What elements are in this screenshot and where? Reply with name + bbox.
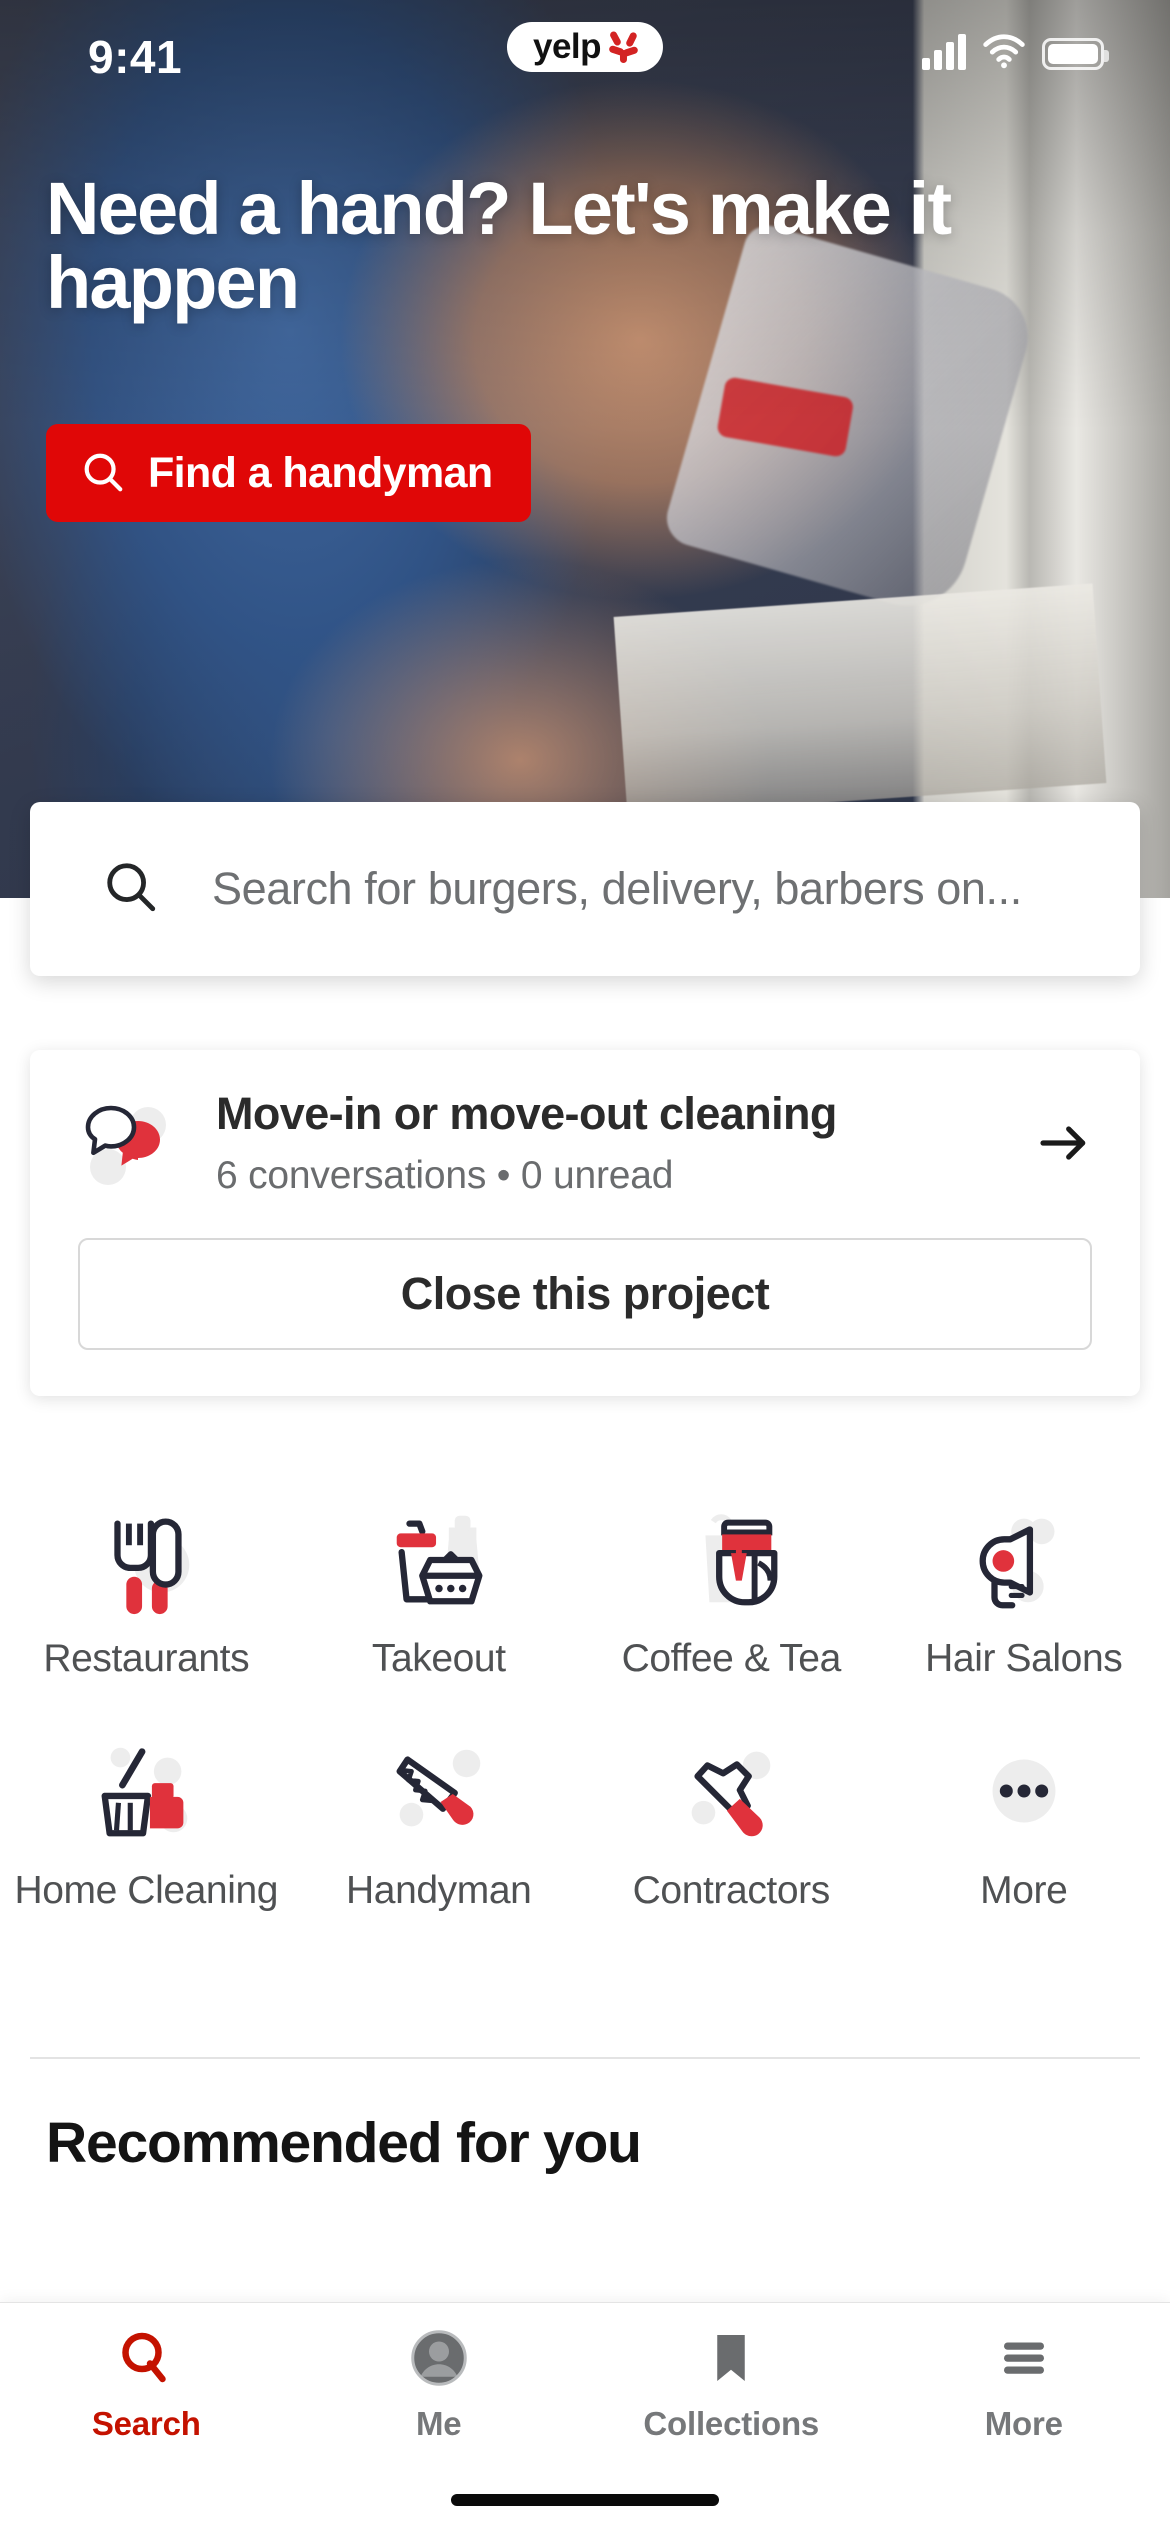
category-handyman[interactable]: Handyman [293, 1710, 586, 1924]
ellipsis-icon [964, 1732, 1084, 1850]
tab-collections[interactable]: Collections [585, 2325, 878, 2443]
status-bar-time: 9:41 [88, 31, 183, 83]
tab-label: Collections [643, 2405, 820, 2442]
close-this-project-button[interactable]: Close this project [78, 1237, 1092, 1350]
takeout-box-icon [379, 1500, 499, 1618]
hammer-icon [671, 1732, 791, 1850]
search-icon [113, 2325, 179, 2391]
tab-me[interactable]: Me [293, 2325, 586, 2443]
category-label: Coffee & Tea [621, 1637, 842, 1680]
wifi-icon [982, 32, 1026, 70]
project-card-header[interactable]: Move-in or move-out cleaning 6 conversat… [78, 1088, 1092, 1198]
hero-title: Need a hand? Let's make it happen [46, 167, 952, 324]
avatar-icon [406, 2325, 472, 2391]
category-restaurants[interactable]: Restaurants [0, 1478, 293, 1692]
find-a-handyman-button[interactable]: Find a handyman [46, 424, 531, 522]
project-subtitle: 6 conversations • 0 unread [216, 1153, 674, 1197]
tab-label: Search [91, 2405, 201, 2442]
fork-and-knife-icon [86, 1500, 206, 1618]
category-grid: Restaurants Takeout Coffee & Tea Hair Sa… [0, 1478, 1170, 1924]
coffee-cup-icon [671, 1500, 791, 1618]
yelp-app-pill: yelp [506, 22, 664, 72]
category-home-cleaning[interactable]: Home Cleaning [0, 1710, 293, 1924]
chat-bubbles-icon [78, 1091, 182, 1195]
project-card: Move-in or move-out cleaning 6 conversat… [30, 1050, 1140, 1396]
project-title: Move-in or move-out cleaning [216, 1088, 837, 1139]
hair-dryer-icon [964, 1500, 1084, 1618]
search-icon [80, 449, 126, 498]
category-label: Handyman [346, 1869, 532, 1913]
bookmark-icon [698, 2325, 764, 2391]
hamburger-menu-icon [991, 2325, 1057, 2391]
yelp-burst-icon [608, 30, 639, 63]
status-bar: 9:41 yelp [0, 0, 1170, 120]
category-coffee-tea[interactable]: Coffee & Tea [585, 1478, 878, 1692]
category-label: Takeout [371, 1637, 506, 1680]
home-indicator [451, 2494, 719, 2506]
tab-search[interactable]: Search [0, 2325, 293, 2443]
category-label: Contractors [632, 1869, 831, 1913]
section-divider [30, 2057, 1140, 2059]
battery-icon [1042, 38, 1109, 70]
category-label: More [980, 1869, 1068, 1913]
category-label: Restaurants [43, 1637, 250, 1680]
status-bar-indicators [922, 32, 1109, 70]
saw-icon [379, 1732, 499, 1850]
broom-icon [86, 1732, 206, 1850]
search-bar[interactable]: Search for burgers, delivery, barbers on… [30, 802, 1140, 976]
category-more[interactable]: More [878, 1710, 1170, 1924]
tab-label: More [984, 2405, 1063, 2442]
tab-more[interactable]: More [878, 2325, 1170, 2443]
category-label: Hair Salons [925, 1637, 1123, 1680]
cellular-signal-icon [922, 32, 966, 70]
project-card-text-group: Move-in or move-out cleaning 6 conversat… [216, 1088, 1002, 1198]
find-a-handyman-label: Find a handyman [148, 448, 493, 497]
category-label: Home Cleaning [14, 1869, 279, 1913]
yelp-wordmark: yelp [532, 27, 602, 66]
arrow-right-icon[interactable] [1036, 1115, 1092, 1171]
recommended-heading: Recommended for you [46, 2111, 642, 2175]
search-input[interactable]: Search for burgers, delivery, barbers on… [212, 863, 1022, 915]
category-takeout[interactable]: Takeout [293, 1478, 586, 1692]
tab-label: Me [416, 2405, 462, 2442]
category-hair-salons[interactable]: Hair Salons [878, 1478, 1170, 1692]
search-icon [102, 858, 160, 921]
category-contractors[interactable]: Contractors [585, 1710, 878, 1924]
